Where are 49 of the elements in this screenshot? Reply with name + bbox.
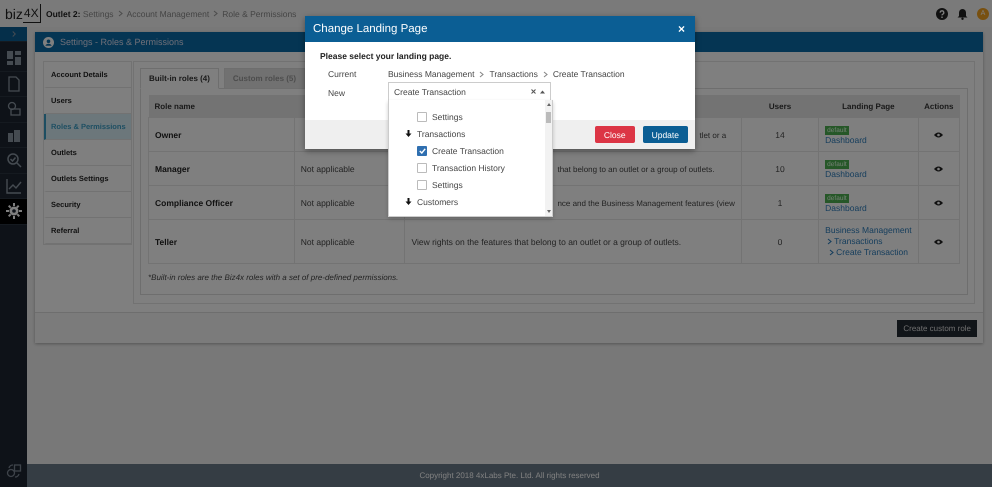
modal-title: Change Landing Page: [313, 23, 428, 35]
logo: biz4X: [5, 4, 39, 23]
table-cell-text: 1: [778, 198, 782, 208]
table-cell: Manager: [148, 152, 294, 186]
option-label[interactable]: Settings: [432, 180, 463, 190]
table-cell-text: View rights on the features that belong to an outlet or a group of outlets.: [411, 236, 682, 246]
table-cell-text: Not applicable: [300, 164, 355, 174]
tab[interactable]: Built-in roles (4): [140, 68, 219, 89]
copyright-text: Copyright 2018 4xLabs Pte. Ltd. All rights reserved: [419, 471, 600, 480]
group-label: Customers: [417, 196, 458, 206]
table-cell: Compliance Officer: [148, 186, 294, 220]
column-header: Landing Page: [818, 95, 918, 118]
update-button[interactable]: Update: [642, 126, 688, 143]
landing-page-link[interactable]: Dashboard: [825, 202, 867, 214]
path-text: Create Transaction: [552, 68, 625, 80]
option-label[interactable]: Create Transaction: [432, 146, 504, 156]
table-cell-text: Not applicable: [300, 198, 355, 208]
landing-page-link[interactable]: Business Management: [825, 225, 912, 236]
option-group[interactable]: Transactions: [389, 125, 545, 142]
option-group[interactable]: Customers: [389, 193, 545, 210]
table-cell-text: 0: [778, 236, 782, 246]
table-cell-text: Not applicable: [300, 236, 355, 246]
landing-page-link[interactable]: Transactions: [834, 236, 883, 247]
table-cell: Teller: [148, 220, 294, 264]
table-cell-text: 14: [775, 130, 785, 140]
option-label[interactable]: Transaction History: [432, 162, 505, 172]
landing-page-link[interactable]: Create Transaction: [836, 247, 908, 258]
field-label: New: [327, 87, 346, 99]
footnote: *Built-in roles are the Biz4x roles with a set of pre-defined permissions.: [148, 273, 400, 282]
column-header: Actions: [918, 95, 960, 118]
landing-page-link[interactable]: Dashboard: [825, 168, 867, 180]
table-cell-text: that belong to an outlet or a group of outlets.: [557, 164, 714, 174]
column-header: Role name: [148, 95, 294, 118]
table-cell-text: 10: [775, 164, 785, 174]
close-button[interactable]: Close: [594, 126, 635, 143]
table-cell-text: nce and the Business Management features (view: [557, 198, 735, 208]
table-cell: Owner: [148, 118, 294, 152]
field-label: Current: [327, 68, 358, 80]
group-label: Transactions: [417, 128, 466, 138]
option-label[interactable]: Settings: [432, 112, 463, 122]
path-text: Transactions: [489, 68, 538, 80]
landing-page-link[interactable]: Dashboard: [825, 134, 867, 146]
panel-title: Settings - Roles & Permissions: [60, 37, 184, 47]
column-header: Users: [741, 95, 819, 118]
table-cell-text: tlet or a: [699, 130, 726, 140]
close-button[interactable]: ×: [676, 22, 687, 36]
path-text: Business Management: [388, 68, 474, 80]
prompt-text: Please select your landing page.: [320, 51, 452, 61]
create-role-button[interactable]: Create custom role: [897, 320, 977, 336]
